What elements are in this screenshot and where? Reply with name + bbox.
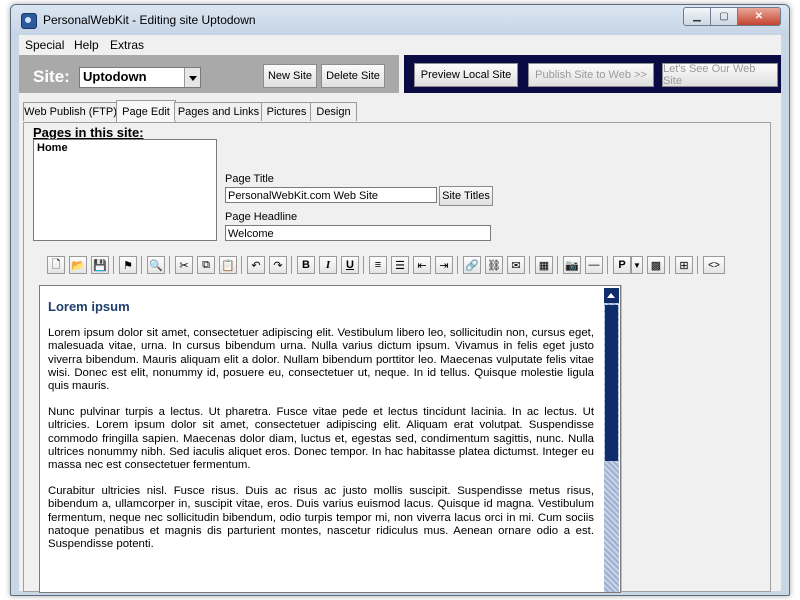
source-code-icon[interactable]: <>: [703, 256, 725, 274]
open-folder-icon[interactable]: 📂: [69, 256, 87, 274]
page-headline-label: Page Headline: [225, 211, 298, 223]
app-window: PersonalWebKit - Editing site Uptodown ▁…: [10, 4, 790, 596]
pages-label: Pages in this site:: [33, 125, 144, 140]
underline-icon[interactable]: U: [341, 256, 359, 274]
table-icon[interactable]: ⊞: [675, 256, 693, 274]
italic-icon[interactable]: I: [319, 256, 337, 274]
editor-content[interactable]: Lorem ipsum Lorem ipsum dolor sit amet, …: [48, 296, 594, 564]
side-pane: [621, 285, 768, 591]
cut-icon[interactable]: ✂: [175, 256, 193, 274]
preview-local-site-button[interactable]: Preview Local Site: [414, 63, 518, 87]
paragraph-style-icon[interactable]: P: [613, 256, 631, 274]
editor-toolbar: 🗋 📂 💾 ⚑ 🔍 ✂ ⧉ 📋 ↶ ↷ B I U ≡ ☰ ⇤ ⇥ 🔗 ⛓ ✉ …: [39, 254, 745, 276]
tab-web-publish[interactable]: Web Publish (FTP): [23, 102, 118, 121]
scroll-thumb[interactable]: [605, 305, 618, 461]
image-icon[interactable]: 📷: [563, 256, 581, 274]
print-preview-icon[interactable]: 🔍: [147, 256, 165, 274]
site-select[interactable]: Uptodown: [79, 67, 201, 88]
outdent-icon[interactable]: ⇤: [413, 256, 431, 274]
app-icon: [21, 13, 37, 29]
bold-icon[interactable]: B: [297, 256, 315, 274]
horizontal-rule-icon[interactable]: —: [585, 256, 603, 274]
email-link-icon[interactable]: ✉: [507, 256, 525, 274]
tab-design[interactable]: Design: [310, 102, 357, 121]
publish-site-button[interactable]: Publish Site to Web >>: [528, 63, 654, 87]
publish-bar: Preview Local Site Publish Site to Web >…: [404, 55, 781, 93]
paste-icon[interactable]: 📋: [219, 256, 237, 274]
client-area: Special Help Extras Site: Uptodown New S…: [19, 35, 781, 593]
site-titles-button[interactable]: Site Titles: [439, 186, 493, 206]
site-bar: Site: Uptodown New Site Delete Site: [19, 55, 399, 93]
close-icon[interactable]: ✕: [737, 7, 781, 26]
page-title-label: Page Title: [225, 173, 274, 185]
title-bar[interactable]: PersonalWebKit - Editing site Uptodown ▁…: [11, 5, 789, 35]
tab-pages-and-links[interactable]: Pages and Links: [174, 102, 263, 121]
menu-extras[interactable]: Extras: [110, 38, 144, 52]
maximize-icon[interactable]: ▢: [710, 7, 738, 26]
editor-heading: Lorem ipsum: [48, 299, 130, 314]
chevron-down-icon[interactable]: [184, 68, 200, 87]
menu-special[interactable]: Special: [25, 38, 64, 52]
window-controls: ▁ ▢ ✕: [683, 7, 781, 26]
editor-paragraph: Lorem ipsum dolor sit amet, consectetuer…: [48, 327, 594, 393]
page-title-input[interactable]: PersonalWebKit.com Web Site: [225, 187, 437, 203]
window-title: PersonalWebKit - Editing site Uptodown: [43, 13, 256, 27]
new-file-icon[interactable]: 🗋: [47, 256, 65, 274]
html-editor[interactable]: Lorem ipsum Lorem ipsum dolor sit amet, …: [39, 285, 621, 593]
tab-pictures[interactable]: Pictures: [261, 102, 312, 121]
publish-icon[interactable]: ⚑: [119, 256, 137, 274]
style-dropdown-icon[interactable]: ▼: [631, 256, 643, 274]
link-icon[interactable]: 🔗: [463, 256, 481, 274]
undo-icon[interactable]: ↶: [247, 256, 265, 274]
see-web-site-button[interactable]: Let's See Our Web Site: [662, 63, 778, 87]
tab-page-edit[interactable]: Page Edit: [116, 100, 176, 122]
site-select-value: Uptodown: [83, 69, 147, 84]
scroll-up-icon[interactable]: [604, 288, 619, 303]
color-picker-icon[interactable]: ▩: [647, 256, 665, 274]
save-icon[interactable]: 💾: [91, 256, 109, 274]
indent-icon[interactable]: ⇥: [435, 256, 453, 274]
bullet-list-icon[interactable]: ☰: [391, 256, 409, 274]
delete-site-button[interactable]: Delete Site: [321, 64, 385, 88]
media-icon[interactable]: ▦: [535, 256, 553, 274]
copy-icon[interactable]: ⧉: [197, 256, 215, 274]
site-label: Site:: [33, 67, 70, 86]
editor-paragraph: Curabitur ultricies nisl. Fusce risus. D…: [48, 485, 594, 551]
menu-bar: Special Help Extras: [19, 35, 781, 54]
redo-icon[interactable]: ↷: [269, 256, 287, 274]
new-site-button[interactable]: New Site: [263, 64, 317, 88]
editor-paragraph: Nunc pulvinar turpis a lectus. Ut pharet…: [48, 406, 594, 472]
minimize-icon[interactable]: ▁: [683, 7, 711, 26]
editor-scrollbar[interactable]: [604, 288, 619, 592]
pages-list[interactable]: Home: [33, 139, 217, 241]
numbered-list-icon[interactable]: ≡: [369, 256, 387, 274]
page-headline-input[interactable]: Welcome: [225, 225, 491, 241]
unlink-icon[interactable]: ⛓: [485, 256, 503, 274]
list-item[interactable]: Home: [34, 140, 216, 156]
menu-help[interactable]: Help: [74, 38, 99, 52]
